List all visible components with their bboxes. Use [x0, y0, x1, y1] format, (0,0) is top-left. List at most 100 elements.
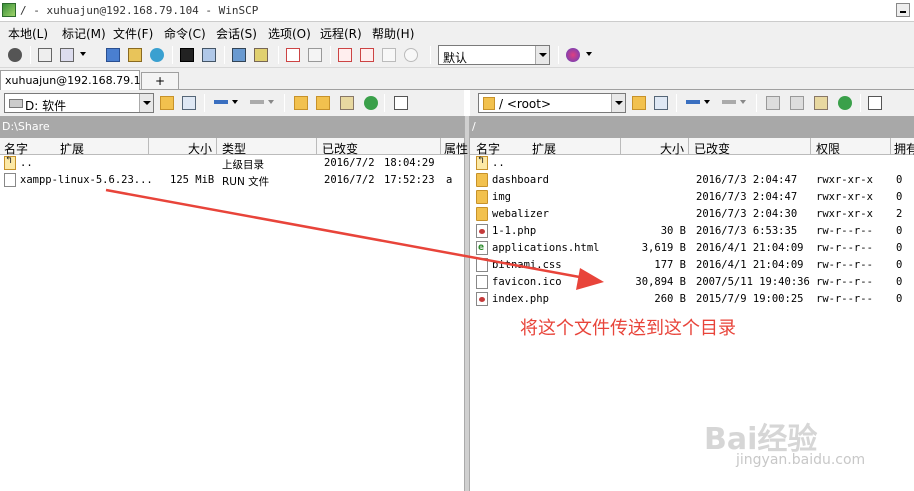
menu-help[interactable]: 帮助(H) [372, 25, 414, 42]
file-name: dashboard [492, 174, 549, 186]
clear-selection-icon[interactable] [380, 46, 398, 64]
preferences-gear-icon[interactable] [6, 46, 24, 64]
tab-session[interactable]: xuhuajun@192.168.79.104 [0, 70, 155, 90]
back-dropdown-icon[interactable] [702, 94, 712, 112]
forward-arrow-icon[interactable] [248, 94, 266, 112]
refresh-icon[interactable] [836, 94, 854, 112]
find-files-icon[interactable] [252, 46, 270, 64]
file-changed: 2016/7/3 6:53:35 [696, 225, 798, 237]
sync-dropdown-icon[interactable] [78, 46, 88, 64]
file-rights: rwxr-xr-x [816, 208, 873, 220]
file-icon [4, 173, 16, 187]
local-drive-value: D: 软件 [25, 99, 67, 113]
chevron-down-icon[interactable] [535, 46, 549, 64]
table-row[interactable]: img 2016/7/3 2:04:47 rwxr-xr-x 0 [470, 189, 914, 206]
queue-icon[interactable] [104, 46, 122, 64]
file-type: RUN 文件 [222, 176, 270, 188]
compare-icon[interactable] [36, 46, 54, 64]
folder-icon [476, 190, 488, 204]
sync-browse-icon[interactable] [58, 46, 76, 64]
local-path: D:\Share [2, 120, 50, 133]
restore-selection-icon[interactable] [402, 46, 420, 64]
tree-view-icon[interactable] [866, 94, 884, 112]
tree-view-icon[interactable] [392, 94, 410, 112]
menu-file[interactable]: 文件(F) [113, 25, 153, 42]
table-row[interactable]: favicon.ico 30,894 B 2007/5/11 19:40:36 … [470, 274, 914, 291]
forward-dropdown-icon[interactable] [266, 94, 276, 112]
table-row[interactable]: 1-1.php 30 B 2016/7/3 6:53:35 rw-r--r-- … [470, 223, 914, 240]
transfer-settings-dropdown[interactable]: 默认 [438, 45, 550, 65]
open-folder-icon[interactable] [630, 94, 648, 112]
toolbar-separator [172, 46, 173, 64]
toolbar-separator [224, 46, 225, 64]
file-date: 2016/7/2 [324, 157, 375, 169]
file-time: 17:52:23 [384, 174, 435, 186]
table-row[interactable]: index.php 260 B 2015/7/9 19:00:25 rw-r--… [470, 291, 914, 308]
tab-session-label: xuhuajun@192.168.79.104 [5, 74, 155, 87]
minimize-button[interactable] [896, 3, 910, 17]
root-directory-icon[interactable] [314, 94, 332, 112]
refresh-icon[interactable] [148, 46, 166, 64]
remote-path: / [472, 120, 476, 133]
parent-directory-icon[interactable] [292, 94, 310, 112]
menu-session[interactable]: 会话(S) [216, 25, 257, 42]
forward-arrow-icon[interactable] [720, 94, 738, 112]
file-size: 125 MiB [170, 174, 215, 186]
root-directory-icon[interactable] [788, 94, 806, 112]
remote-column-header: 名字 扩展 大小 已改变 权限 拥有 [470, 138, 914, 156]
terminal-icon[interactable] [178, 46, 196, 64]
menu-local[interactable]: 本地(L) [8, 25, 48, 42]
remote-path-bar: / <root> [470, 90, 914, 116]
new-tab-button[interactable]: + [141, 72, 179, 90]
table-row[interactable]: .. [470, 155, 914, 172]
col-divider [810, 138, 811, 154]
filter-folder-icon[interactable] [652, 94, 670, 112]
html-file-icon [476, 241, 488, 255]
open-folder-icon[interactable] [158, 94, 176, 112]
table-row[interactable]: webalizer 2016/7/3 2:04:30 rwxr-xr-x 2 [470, 206, 914, 223]
putty-icon[interactable] [200, 46, 218, 64]
file-owner: 0 [896, 276, 903, 288]
remote-dir-select[interactable]: / <root> [478, 93, 626, 113]
options-dropdown-icon[interactable] [584, 46, 594, 64]
folder-icon [476, 173, 488, 187]
chevron-down-icon[interactable] [611, 94, 625, 112]
menu-remote[interactable]: 远程(R) [320, 25, 362, 42]
table-row[interactable]: dashboard 2016/7/3 2:04:47 rwxr-xr-x 0 [470, 172, 914, 189]
transfer-options-icon[interactable] [564, 46, 582, 64]
parent-directory-icon[interactable] [764, 94, 782, 112]
table-row[interactable]: xampp-linux-5.6.23... 125 MiB RUN 文件 201… [0, 172, 464, 189]
file-changed: 2016/7/3 2:04:30 [696, 208, 798, 220]
filter-icon[interactable] [336, 46, 354, 64]
local-drive-select[interactable]: D: 软件 [4, 93, 154, 113]
select-icon[interactable] [284, 46, 302, 64]
local-path-bar: D: 软件 [0, 90, 464, 116]
table-row[interactable]: bitnami.css 177 B 2016/4/1 21:04:09 rw-r… [470, 257, 914, 274]
invert-selection-icon[interactable] [358, 46, 376, 64]
refresh-icon[interactable] [362, 94, 380, 112]
file-name: applications.html [492, 242, 600, 254]
unselect-icon[interactable] [306, 46, 324, 64]
forward-dropdown-icon[interactable] [738, 94, 748, 112]
chevron-down-icon[interactable] [139, 94, 153, 112]
menu-command[interactable]: 命令(C) [164, 25, 206, 42]
transfer-icon[interactable] [126, 46, 144, 64]
file-attr: a [446, 174, 453, 186]
back-dropdown-icon[interactable] [230, 94, 240, 112]
filter-folder-icon[interactable] [180, 94, 198, 112]
file-type: 上级目录 [222, 159, 264, 171]
back-arrow-icon[interactable] [684, 94, 702, 112]
table-row[interactable]: applications.html 3,619 B 2016/4/1 21:04… [470, 240, 914, 257]
file-rights: rw-r--r-- [816, 225, 873, 237]
main-toolbar: 默认 [0, 42, 914, 68]
session-icon[interactable] [230, 46, 248, 64]
file-owner: 0 [896, 191, 903, 203]
menu-mark[interactable]: 标记(M) [62, 25, 106, 42]
menu-options[interactable]: 选项(O) [268, 25, 311, 42]
back-arrow-icon[interactable] [212, 94, 230, 112]
toolbar-separator [278, 46, 279, 64]
local-file-list[interactable]: .. 上级目录 2016/7/2 18:04:29 xampp-linux-5.… [0, 155, 464, 491]
home-icon[interactable] [812, 94, 830, 112]
home-icon[interactable] [338, 94, 356, 112]
table-row[interactable]: .. 上级目录 2016/7/2 18:04:29 [0, 155, 464, 172]
